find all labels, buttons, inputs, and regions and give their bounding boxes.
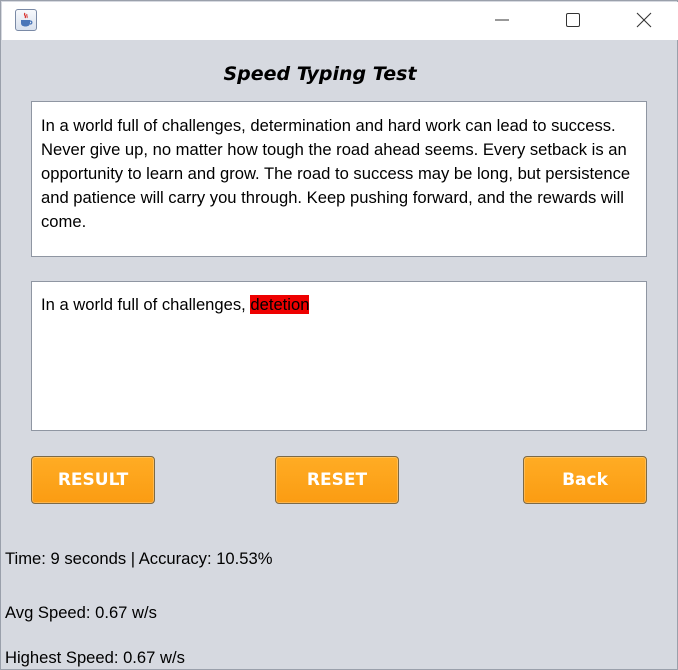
minimize-button[interactable] (468, 2, 536, 38)
close-button[interactable] (610, 2, 678, 38)
page-title: Speed Typing Test (223, 63, 417, 85)
typing-input-area[interactable]: In a world full of challenges, detetion (31, 281, 647, 431)
title-bar[interactable] (2, 2, 678, 40)
time-accuracy-label: Time: 9 seconds | Accuracy: 10.53% (5, 549, 273, 568)
minimize-icon (495, 19, 509, 21)
close-icon (636, 12, 652, 28)
typed-correct-text: In a world full of challenges, (41, 295, 251, 314)
maximize-button[interactable] (539, 2, 607, 38)
back-button[interactable]: Back (523, 456, 647, 504)
java-cup-icon[interactable] (15, 9, 37, 31)
prompt-text-area: In a world full of challenges, determina… (31, 101, 647, 257)
highest-speed-label: Highest Speed: 0.67 w/s (5, 648, 185, 667)
result-button[interactable]: RESULT (31, 456, 155, 504)
typed-error-text: detetion (250, 295, 310, 314)
app-window: Speed Typing Test In a world full of cha… (0, 0, 678, 670)
maximize-icon (566, 13, 580, 27)
reset-button[interactable]: RESET (275, 456, 399, 504)
avg-speed-label: Avg Speed: 0.67 w/s (5, 603, 157, 622)
